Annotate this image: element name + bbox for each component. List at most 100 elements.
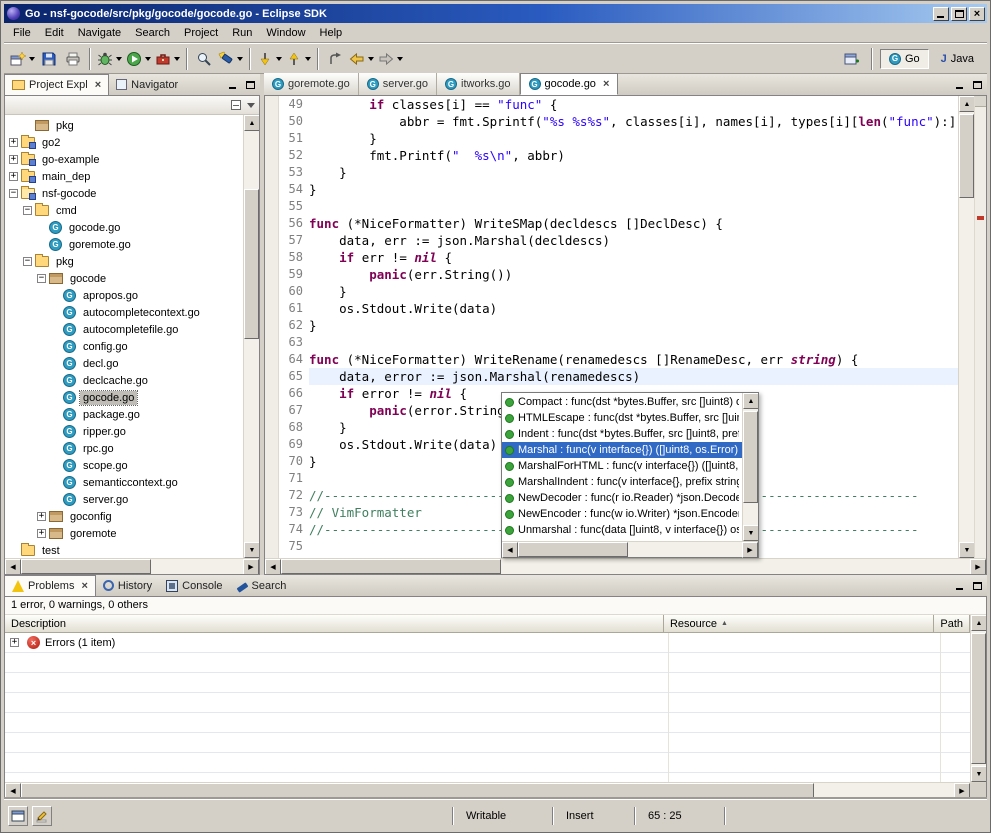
collapse-all-icon[interactable] [231,100,241,110]
autocomplete-item[interactable]: Unmarshal : func(data []uint8, v interfa… [502,522,742,538]
problems-horizontal-scrollbar[interactable]: ◀ ▶ [5,782,986,798]
scroll-down-button[interactable]: ▼ [959,542,975,558]
view-tab-problems[interactable]: Problems× [4,575,96,596]
tree-item[interactable]: +goremote [5,525,243,542]
autocomplete-item[interactable]: Indent : func(dst *bytes.Buffer, src []u… [502,426,742,442]
dropdown-arrow-icon[interactable] [116,57,122,61]
dropdown-arrow-icon[interactable] [145,57,151,61]
close-button[interactable]: × [969,7,985,21]
error-marker[interactable] [977,216,984,220]
tree-item[interactable]: Gdecl.go [5,355,243,372]
autocomplete-item[interactable]: MarshalForHTML : func(v interface{}) ([]… [502,458,742,474]
run-button[interactable] [124,47,153,71]
code-line[interactable]: } [309,130,958,147]
minimize-view-button[interactable] [952,77,968,93]
tree-item[interactable]: Gautocompletecontext.go [5,304,243,321]
autocomplete-item[interactable]: HTMLEscape : func(dst *bytes.Buffer, src… [502,410,742,426]
edit-status-button[interactable] [32,806,52,826]
autocomplete-item[interactable]: Compact : func(dst *bytes.Buffer, src []… [502,394,742,410]
scrollbar-track[interactable] [959,112,974,542]
editor-tab-itworks.go[interactable]: Gitworks.go [437,73,520,95]
tree-item[interactable]: Gautocompletefile.go [5,321,243,338]
tree-item[interactable]: +goconfig [5,508,243,525]
code-line[interactable]: } [309,317,958,334]
editor-tab-goremote.go[interactable]: Ggoremote.go [264,73,359,95]
scroll-left-button[interactable]: ◀ [5,783,21,799]
annotation-ruler[interactable] [265,96,279,558]
tree-item[interactable]: Ggoremote.go [5,236,243,253]
dropdown-arrow-icon[interactable] [174,57,180,61]
code-line[interactable]: fmt.Printf(" %s\n", abbr) [309,147,958,164]
autocomplete-horizontal-scrollbar[interactable]: ◀ ▶ [502,541,758,557]
autocomplete-item[interactable]: Marshal : func(v interface{}) ([]uint8, … [502,442,742,458]
scrollbar-thumb[interactable] [21,783,814,798]
menu-navigate[interactable]: Navigate [71,24,128,42]
scroll-down-button[interactable]: ▼ [244,542,259,558]
scrollbar-track[interactable] [281,559,970,574]
editor-tab-gocode.go[interactable]: Ggocode.go× [520,73,619,95]
scroll-up-button[interactable]: ▲ [743,393,758,409]
scroll-left-button[interactable]: ◀ [5,559,21,575]
code-line[interactable]: os.Stdout.Write(data) [309,300,958,317]
menu-search[interactable]: Search [128,24,177,42]
code-line[interactable]: data, error := json.Marshal(renamedescs) [309,368,958,385]
maximize-view-button[interactable] [969,578,985,594]
code-line[interactable]: func (*NiceFormatter) WriteSMap(decldesc… [309,215,958,232]
menu-file[interactable]: File [6,24,38,42]
tree-item[interactable]: Gsemanticcontext.go [5,474,243,491]
tree-item[interactable]: −nsf-gocode [5,185,243,202]
print-button[interactable] [61,47,85,71]
prev-annotation-button[interactable] [284,47,313,71]
tree-item[interactable]: Gpackage.go [5,406,243,423]
autocomplete-item[interactable]: NewEncoder : func(w io.Writer) *json.Enc… [502,506,742,522]
overview-ruler-header[interactable] [975,96,986,107]
expander-icon[interactable]: − [23,257,32,266]
open-perspective-button[interactable] [840,47,864,71]
view-tab-navigator[interactable]: Navigator [109,74,185,95]
code-line[interactable]: data, err := json.Marshal(decldescs) [309,232,958,249]
overview-ruler[interactable] [974,96,986,558]
menu-edit[interactable]: Edit [38,24,71,42]
scroll-up-button[interactable]: ▲ [971,615,986,631]
expander-icon[interactable]: − [23,206,32,215]
scrollbar-track[interactable] [21,559,243,574]
autocomplete-item[interactable]: MarshalIndent : func(v interface{}, pref… [502,474,742,490]
scrollbar-thumb[interactable] [281,559,501,574]
minimize-view-button[interactable] [225,77,241,93]
view-tab-project-expl[interactable]: Project Expl× [4,74,109,95]
code-line[interactable]: func (*NiceFormatter) WriteRename(rename… [309,351,958,368]
expander-icon[interactable]: + [9,172,18,181]
tree-item[interactable]: Ggocode.go [5,219,243,236]
close-icon[interactable]: × [81,580,87,592]
scrollbar-track[interactable] [743,409,758,525]
code-line[interactable]: } [309,164,958,181]
expander-icon[interactable]: + [9,138,18,147]
scroll-right-button[interactable]: ▶ [742,542,758,558]
scrollbar-thumb[interactable] [971,633,986,764]
scrollbar-thumb[interactable] [518,542,628,557]
explorer-horizontal-scrollbar[interactable]: ◀ ▶ [5,558,259,574]
tree-item[interactable]: −cmd [5,202,243,219]
external-tools-button[interactable] [153,47,182,71]
problems-vertical-scrollbar[interactable]: ▲ ▼ [970,615,986,782]
tree-item[interactable]: −gocode [5,270,243,287]
editor-tab-server.go[interactable]: Gserver.go [359,73,437,95]
problems-row[interactable]: +×Errors (1 item) [5,633,970,653]
tree-item[interactable]: −pkg [5,253,243,270]
close-icon[interactable]: × [95,79,101,91]
scroll-left-button[interactable]: ◀ [265,559,281,575]
scrollbar-thumb[interactable] [959,114,974,198]
view-tab-console[interactable]: Console [159,575,229,596]
fast-view-button[interactable] [8,806,28,826]
save-button[interactable] [37,47,61,71]
scrollbar-thumb[interactable] [743,411,758,503]
scrollbar-thumb[interactable] [21,559,151,574]
back-button[interactable] [347,47,376,71]
minimize-view-button[interactable] [952,578,968,594]
expander-icon[interactable]: + [37,512,46,521]
code-line[interactable] [309,334,958,351]
menu-help[interactable]: Help [313,24,350,42]
tree-item[interactable]: +go2 [5,134,243,151]
perspective-go-button[interactable]: G Go [880,49,929,69]
code-line[interactable]: if classes[i] == "func" { [309,96,958,113]
